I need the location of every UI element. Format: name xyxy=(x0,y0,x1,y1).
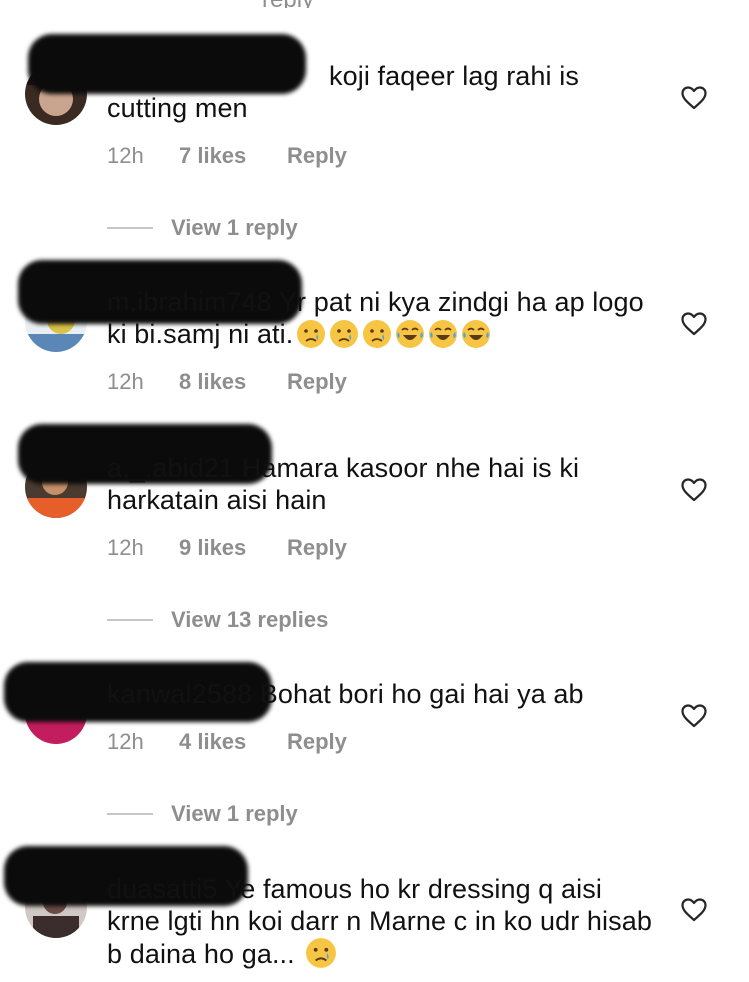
comment-text: koji faqeer lag rahi is cutting men xyxy=(107,60,652,124)
reply-button[interactable]: Reply xyxy=(287,143,347,169)
tears-of-joy-emoji xyxy=(396,320,425,348)
view-replies-button[interactable]: View 13 replies xyxy=(107,607,328,633)
crying-face-emoji xyxy=(305,938,336,968)
comment-item-1: koji faqeer lag rahi is cutting men 12h … xyxy=(0,0,749,200)
comment-username[interactable]: m.ibrahim748 xyxy=(107,287,272,317)
comment-meta: 12h 8 likes Reply xyxy=(107,369,347,395)
comment-text: m.ibrahim748 Yr pat ni kya zindgi ha ap … xyxy=(107,286,652,350)
comment-likes[interactable]: 4 likes xyxy=(179,729,287,755)
view-replies-label[interactable]: View 13 replies xyxy=(171,607,328,633)
view-replies-line xyxy=(107,619,153,621)
comment-text: duasatti5 Ye famous ho kr dressing q ais… xyxy=(107,873,652,970)
comment-meta: 12h 9 likes Reply xyxy=(107,535,347,561)
heart-icon[interactable] xyxy=(681,704,707,728)
reply-button[interactable]: Reply xyxy=(287,729,347,755)
view-replies-button[interactable]: View 1 reply xyxy=(107,215,298,241)
comment-text: a._.abid21 Hamara kasoor nhe hai is ki h… xyxy=(107,452,652,516)
view-replies-line xyxy=(107,813,153,815)
reply-button[interactable]: Reply xyxy=(287,369,347,395)
view-replies-label[interactable]: View 1 reply xyxy=(171,215,298,241)
comment-username[interactable]: a._.abid21 xyxy=(107,453,234,483)
comment-likes[interactable]: 9 likes xyxy=(179,535,287,561)
comment-username[interactable]: duasatti5 xyxy=(107,874,217,904)
heart-icon[interactable] xyxy=(681,312,707,336)
comment-username[interactable]: kanwal2588 xyxy=(107,679,252,709)
comment-text: kanwal2588 Bohat bori ho gai hai ya ab xyxy=(107,678,652,710)
comment-time: 12h xyxy=(107,729,144,754)
comment-body: koji faqeer lag rahi is cutting men xyxy=(107,61,579,123)
heart-icon[interactable] xyxy=(681,478,707,502)
heart-icon[interactable] xyxy=(681,86,707,110)
comment-meta: 12h 7 likes Reply xyxy=(107,143,347,169)
tears-of-joy-emoji xyxy=(462,320,491,348)
comment-time: 12h xyxy=(107,535,144,560)
view-replies-line xyxy=(107,227,153,229)
crying-face-emoji xyxy=(297,320,326,348)
comment-meta: 12h 4 likes Reply xyxy=(107,729,347,755)
heart-icon[interactable] xyxy=(681,898,707,922)
crying-face-emoji xyxy=(363,320,392,348)
comment-likes[interactable]: 8 likes xyxy=(179,369,287,395)
tears-of-joy-emoji xyxy=(429,320,458,348)
comment-time: 12h xyxy=(107,369,144,394)
comment-body: Bohat bori ho gai hai ya ab xyxy=(259,679,584,709)
crying-face-emoji xyxy=(330,320,359,348)
reply-button[interactable]: Reply xyxy=(287,535,347,561)
view-replies-button[interactable]: View 1 reply xyxy=(107,801,298,827)
comment-likes[interactable]: 7 likes xyxy=(179,143,287,169)
comment-time: 12h xyxy=(107,143,144,168)
view-replies-label[interactable]: View 1 reply xyxy=(171,801,298,827)
